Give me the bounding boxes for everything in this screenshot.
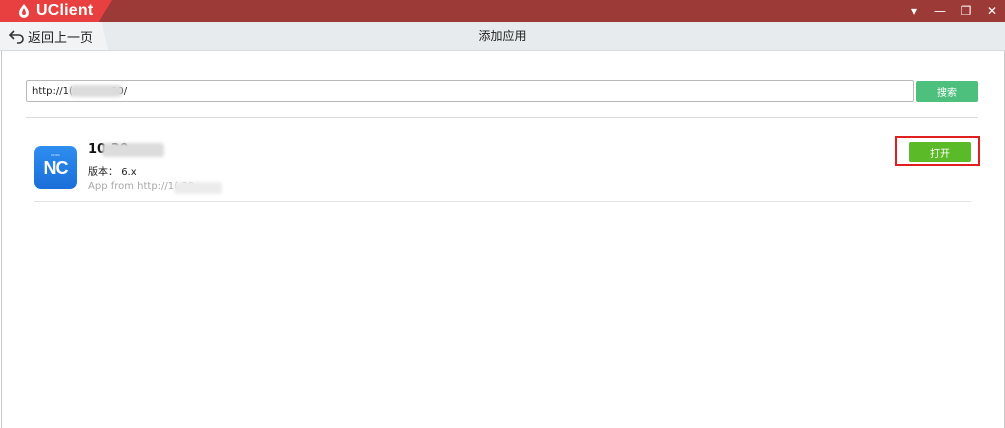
- search-button[interactable]: 搜索: [916, 81, 978, 102]
- brand-tab: UClient: [0, 0, 112, 22]
- redacted-mask: [174, 182, 222, 194]
- page-title: 添加应用: [478, 29, 527, 43]
- back-arrow-icon: [8, 30, 24, 44]
- minimize-icon[interactable]: —: [927, 0, 953, 22]
- divider: [26, 117, 978, 118]
- nav-bar: 返回上一页 添加应用: [0, 22, 1005, 51]
- list-item-divider: [34, 201, 971, 202]
- window-controls: ▾ — ❐ ✕: [901, 0, 1005, 22]
- version-value: 6.x: [121, 167, 137, 178]
- back-button[interactable]: 返回上一页: [0, 22, 108, 50]
- uclient-logo-icon: [19, 4, 29, 18]
- app-icon-caption: UFIDA: [51, 153, 60, 157]
- close-icon[interactable]: ✕: [979, 0, 1005, 22]
- app-version: 版本： 6.x: [88, 163, 137, 178]
- app-icon[interactable]: UFIDA NC: [34, 146, 77, 189]
- nc-logo-icon: NC: [43, 158, 69, 178]
- open-button[interactable]: 打开: [909, 142, 971, 162]
- version-label: 版本：: [88, 167, 118, 178]
- content-area: [1, 51, 1005, 428]
- app-title: UClient: [36, 2, 94, 19]
- redacted-mask: [102, 143, 164, 157]
- menu-dropdown-icon[interactable]: ▾: [901, 0, 927, 22]
- restore-icon[interactable]: ❐: [953, 0, 979, 22]
- title-bar: UClient ▾ — ❐ ✕: [0, 0, 1005, 22]
- redacted-mask: [70, 85, 122, 97]
- url-input[interactable]: [26, 80, 914, 102]
- back-button-label: 返回上一页: [28, 30, 94, 46]
